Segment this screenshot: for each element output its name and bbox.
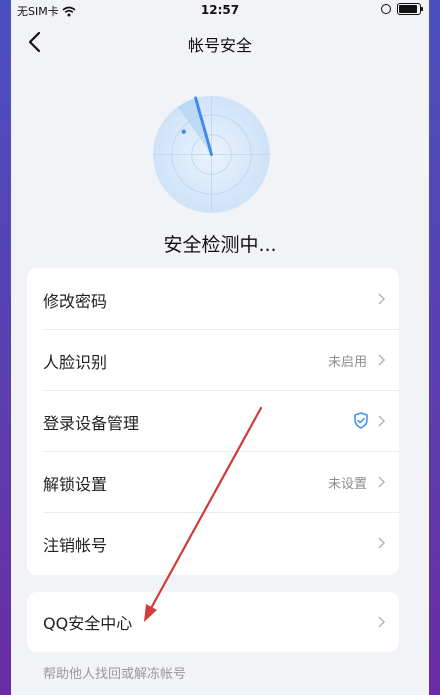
scan-status-text: 安全检测中... — [163, 234, 277, 256]
settings-item-label: 解锁设置 — [43, 475, 108, 494]
chevron-right-icon — [378, 415, 386, 427]
qq-security-center-card: QQ安全中心 — [27, 592, 399, 652]
security-settings-list: 修改密码 人脸识别 未启用 登录设备管理 解锁设置 未设置 注销帐号 — [27, 268, 399, 575]
settings-item-label: 人脸识别 — [43, 353, 108, 372]
settings-item-cancel-account[interactable]: 注销帐号 — [27, 512, 399, 573]
settings-item-status: 未启用 — [327, 355, 367, 370]
phone-screen: 无SIM卡 12:57 帐号安全 安全检测中... 修改密码 人脸识别 未启用 … — [11, 0, 429, 695]
chevron-right-icon — [378, 354, 386, 366]
status-time: 12:57 — [200, 3, 240, 17]
status-right — [381, 3, 423, 15]
chevron-right-icon — [378, 293, 386, 305]
settings-item-label: 修改密码 — [43, 292, 108, 311]
settings-item-label: QQ安全中心 — [43, 614, 133, 633]
status-bar: 无SIM卡 12:57 — [11, 0, 429, 22]
settings-item-face-recognition[interactable]: 人脸识别 未启用 — [27, 329, 399, 390]
settings-item-device-management[interactable]: 登录设备管理 — [27, 390, 399, 451]
chevron-right-icon — [378, 537, 386, 549]
settings-item-label: 登录设备管理 — [43, 414, 140, 433]
settings-item-label: 注销帐号 — [43, 536, 108, 555]
settings-item-status: 未设置 — [327, 477, 367, 492]
shield-check-icon — [354, 412, 368, 429]
battery-icon — [397, 3, 423, 15]
chevron-right-icon — [378, 616, 386, 628]
nav-bar: 帐号安全 — [11, 22, 429, 62]
orientation-lock-icon — [381, 4, 391, 14]
security-radar-graphic — [152, 95, 271, 214]
settings-item-qq-security-center[interactable]: QQ安全中心 — [27, 592, 399, 652]
chevron-right-icon — [378, 476, 386, 488]
settings-item-unlock-settings[interactable]: 解锁设置 未设置 — [27, 451, 399, 512]
help-others-link[interactable]: 帮助他人找回或解冻帐号 — [43, 663, 186, 682]
page-title: 帐号安全 — [187, 36, 252, 55]
settings-item-change-password[interactable]: 修改密码 — [27, 268, 399, 329]
